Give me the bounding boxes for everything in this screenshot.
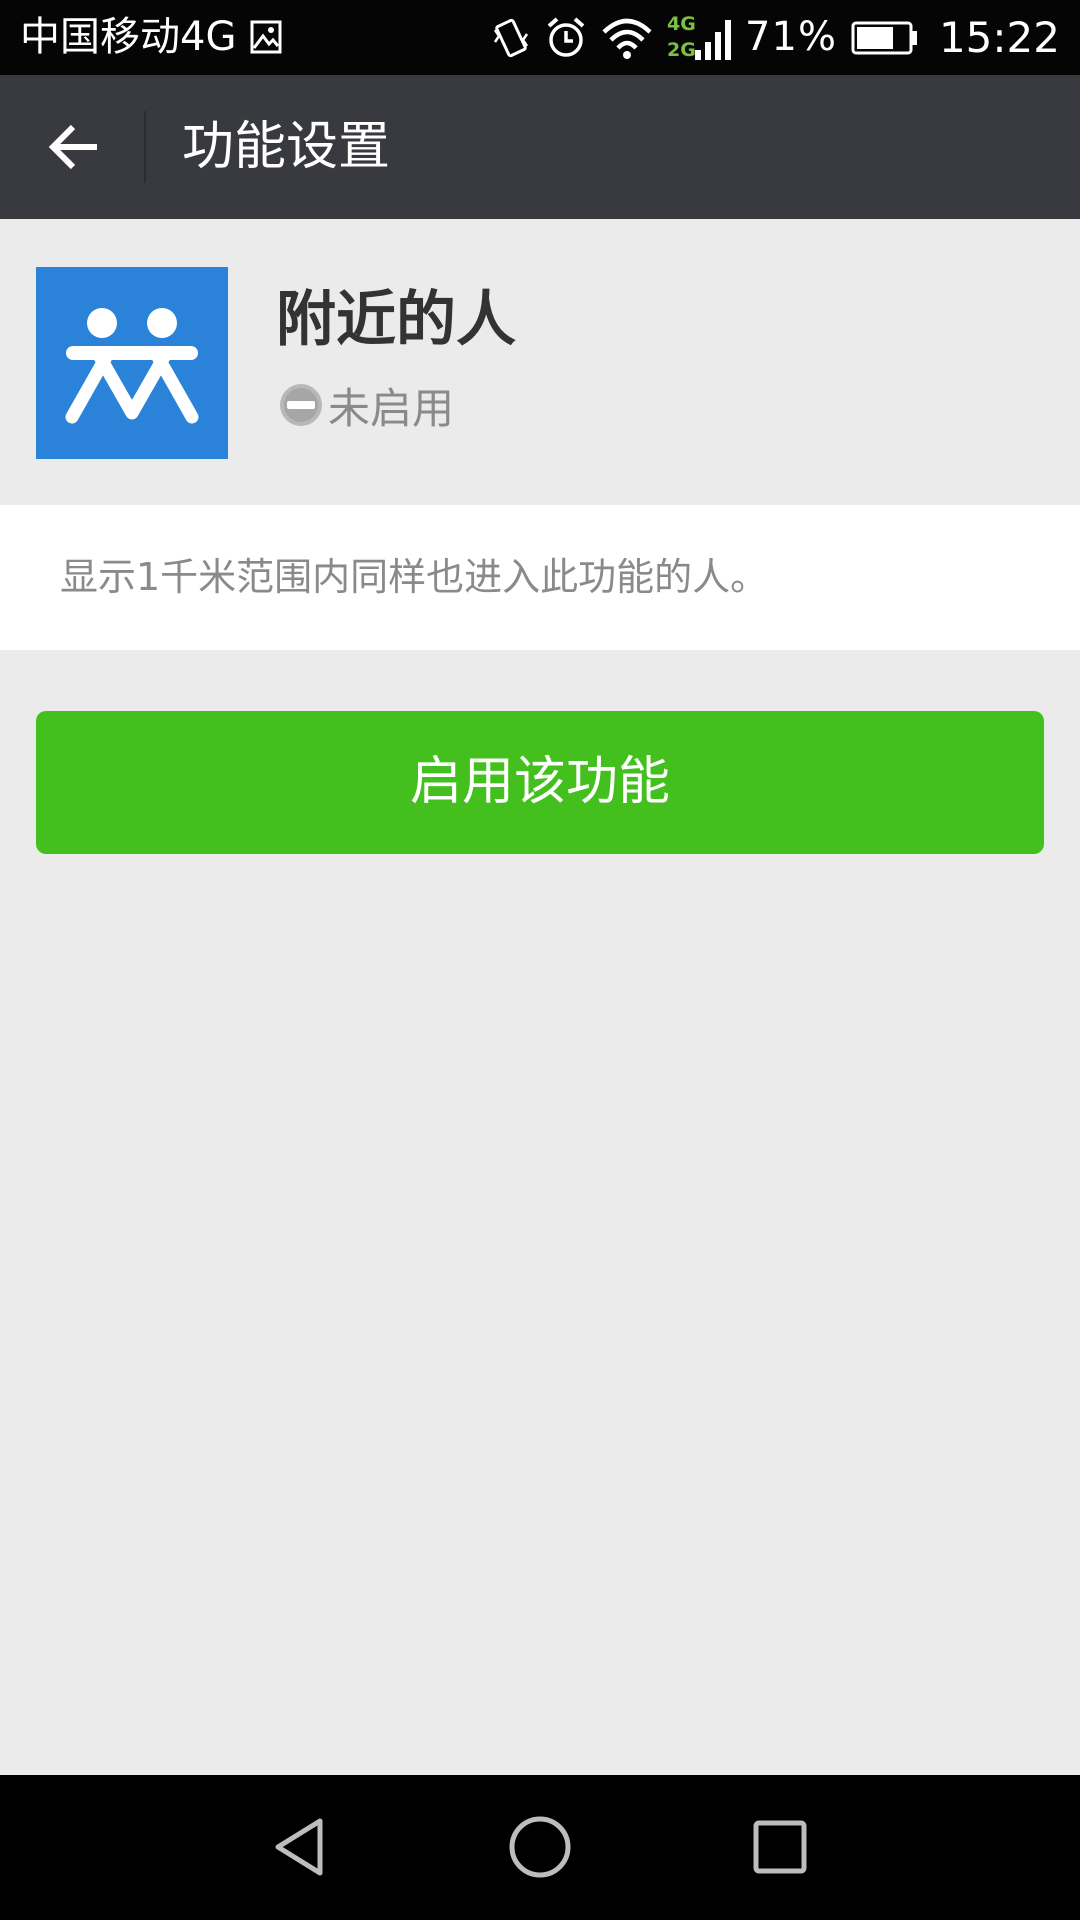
- image-notification-icon: [250, 20, 282, 54]
- wifi-icon: [602, 18, 652, 59]
- people-nearby-icon: [65, 308, 199, 424]
- feature-name: 附近的人: [276, 285, 516, 355]
- arrow-left-icon: [48, 124, 97, 170]
- status-text: 未启用: [328, 383, 455, 433]
- carrier-label: 中国移动4G: [20, 14, 237, 60]
- battery-percent: 71%: [745, 14, 837, 60]
- clock: 15:22: [938, 13, 1060, 62]
- back-button[interactable]: [26, 107, 122, 187]
- back-triangle-icon: [275, 1818, 323, 1876]
- home-circle-icon: [509, 1816, 571, 1878]
- nav-recents-button[interactable]: [730, 1797, 830, 1897]
- battery-icon: [851, 21, 917, 54]
- navigation-bar: [0, 1775, 1080, 1920]
- status-icons: 4G 2G 71% 15:22: [491, 0, 1060, 75]
- nav-home-button[interactable]: [490, 1797, 590, 1897]
- action-bar-divider: [144, 111, 146, 183]
- feature-icon: [36, 267, 228, 459]
- action-bar: 功能设置: [0, 75, 1080, 219]
- vibrate-icon: [494, 18, 529, 57]
- network-2g-label: 2G: [667, 38, 696, 61]
- feature-status: 未启用: [278, 377, 454, 433]
- page-title: 功能设置: [182, 117, 391, 177]
- nav-back-button[interactable]: [250, 1797, 350, 1897]
- status-bar: 中国移动4G 4G 2G 71% 15:22: [0, 0, 1080, 75]
- minus-circle-icon: [280, 384, 322, 426]
- recents-square-icon: [753, 1820, 807, 1874]
- network-type: 4G 2G: [667, 10, 732, 66]
- feature-description: 显示1千米范围内同样也进入此功能的人。: [60, 555, 769, 599]
- cell-signal-icon: [695, 19, 732, 60]
- screen: 中国移动4G 4G 2G 71% 15:22 功能设置 附近的人 未启用 显示1…: [0, 0, 1080, 1920]
- network-4g-label: 4G: [667, 12, 696, 35]
- description-card: 显示1千米范围内同样也进入此功能的人。: [0, 505, 1080, 650]
- alarm-icon: [547, 16, 585, 57]
- enable-feature-button[interactable]: 启用该功能: [36, 711, 1044, 854]
- feature-header: 附近的人 未启用: [0, 219, 1080, 505]
